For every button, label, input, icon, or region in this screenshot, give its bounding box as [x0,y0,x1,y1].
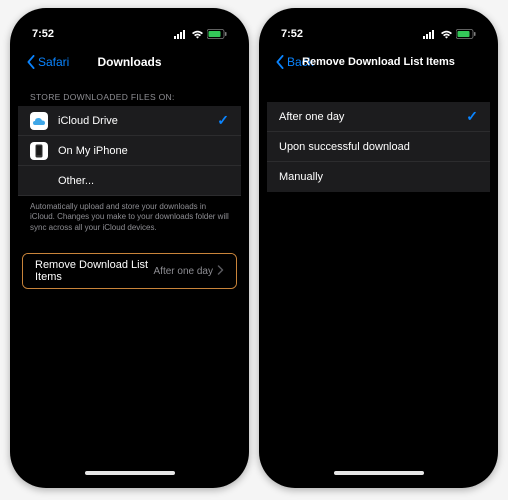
highlighted-row: Remove Download List Items After one day [22,253,237,289]
content: After one day ✓ Upon successful download… [267,78,490,192]
iphone-icon [30,142,48,160]
cell-label: On My iPhone [58,145,229,157]
remove-download-list-row[interactable]: Remove Download List Items After one day [23,254,236,288]
page-title: Remove Download List Items [302,56,455,68]
status-icons [174,29,227,39]
wifi-icon [440,30,453,39]
notch [324,8,434,30]
section-header: Store Downloaded Files On: [18,82,241,106]
cell-label: iCloud Drive [58,115,217,127]
cell-value: After one day [154,266,213,277]
notch [75,8,185,30]
chevron-right-icon [217,265,224,278]
home-indicator[interactable] [334,471,424,475]
battery-icon [207,29,227,39]
back-button[interactable]: Safari [26,55,69,69]
phone-left: 7:52 Safari Downloads Store Downloaded F… [10,8,249,488]
back-label: Safari [38,55,69,69]
content: Store Downloaded Files On: iCloud Drive … [18,78,241,289]
checkmark-icon: ✓ [466,108,478,125]
screen-right: 7:52 Back Remove Download List Items Aft… [267,16,490,480]
signal-icon [423,30,437,39]
cell-label: Other... [58,175,229,187]
storage-option-icloud[interactable]: iCloud Drive ✓ [18,106,241,136]
icloud-icon [30,112,48,130]
battery-icon [456,29,476,39]
section-footer: Automatically upload and store your down… [18,196,241,239]
signal-icon [174,30,188,39]
option-after-one-day[interactable]: After one day ✓ [267,102,490,132]
status-time: 7:52 [32,28,54,40]
status-icons [423,29,476,39]
cell-label: Manually [279,171,478,183]
storage-option-other[interactable]: Other... [18,166,241,196]
phone-right: 7:52 Back Remove Download List Items Aft… [259,8,498,488]
screen-left: 7:52 Safari Downloads Store Downloaded F… [18,16,241,480]
chevron-left-icon [275,55,285,69]
option-upon-successful-download[interactable]: Upon successful download [267,132,490,162]
nav-bar: Safari Downloads [18,46,241,78]
status-time: 7:52 [281,28,303,40]
cell-label: Upon successful download [279,141,478,153]
nav-bar: Back Remove Download List Items [267,46,490,78]
storage-option-on-my-iphone[interactable]: On My iPhone [18,136,241,166]
wifi-icon [191,30,204,39]
page-title: Downloads [97,55,161,69]
cell-label: After one day [279,111,466,123]
option-manually[interactable]: Manually [267,162,490,192]
home-indicator[interactable] [85,471,175,475]
chevron-left-icon [26,55,36,69]
cell-label: Remove Download List Items [35,259,154,283]
checkmark-icon: ✓ [217,112,229,129]
